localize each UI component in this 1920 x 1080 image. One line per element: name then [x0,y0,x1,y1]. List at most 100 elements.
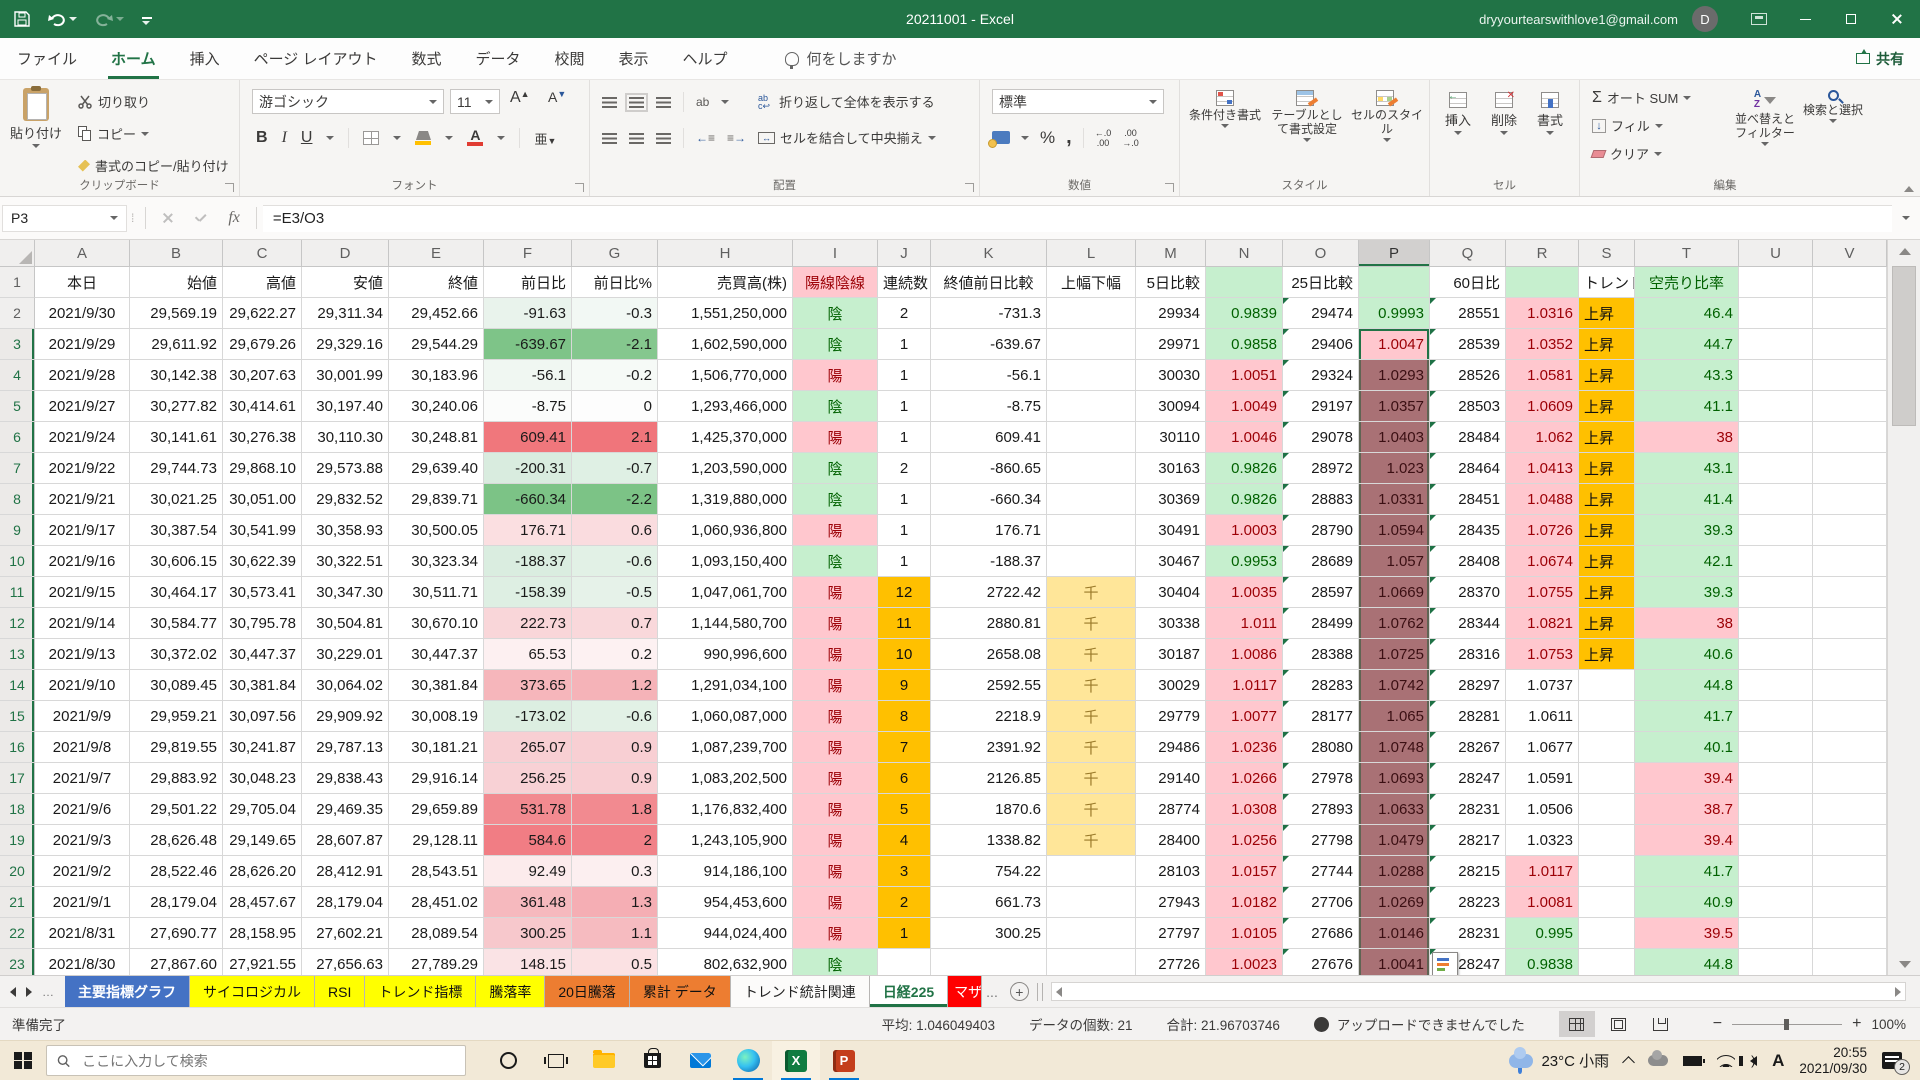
alignment-dialog-launcher[interactable] [965,183,974,192]
cell-B8[interactable]: 30,021.25 [130,484,223,515]
cell-V7[interactable] [1813,453,1887,484]
cell-S17[interactable] [1579,763,1635,794]
ribbon-tab-表示[interactable]: 表示 [602,38,666,79]
cell-Q1[interactable]: 60日比 [1430,267,1506,298]
cell-T2[interactable]: 46.4 [1635,298,1739,329]
account-avatar[interactable]: D [1692,6,1718,32]
cell-U5[interactable] [1739,391,1813,422]
cell-M8[interactable]: 30369 [1136,484,1206,515]
cell-T23[interactable]: 44.8 [1635,949,1739,975]
cell-J20[interactable]: 3 [878,856,931,887]
increase-decimal-button[interactable]: ←.0.00 [1095,128,1112,148]
font-color-button[interactable]: A [467,130,483,146]
cell-M13[interactable]: 30187 [1136,639,1206,670]
cell-G10[interactable]: -0.6 [572,546,658,577]
sheet-tab-RSI[interactable]: RSI [315,976,365,1007]
cell-S23[interactable] [1579,949,1635,975]
ribbon-tab-校閲[interactable]: 校閲 [538,38,602,79]
orientation-button[interactable]: ab [696,95,709,109]
cell-V15[interactable] [1813,701,1887,732]
row-header-2[interactable]: 2 [0,298,35,329]
cell-A16[interactable]: 2021/9/8 [35,732,130,763]
cell-K8[interactable]: -660.34 [931,484,1047,515]
cell-U21[interactable] [1739,887,1813,918]
row-header-16[interactable]: 16 [0,732,35,763]
align-center-icon[interactable] [629,133,644,144]
cell-A3[interactable]: 2021/9/29 [35,329,130,360]
cell-R5[interactable]: 1.0609 [1506,391,1579,422]
cell-O11[interactable]: 28597 [1283,577,1359,608]
scroll-down-button[interactable] [1888,953,1920,975]
cell-D5[interactable]: 30,197.40 [302,391,389,422]
borders-icon[interactable] [363,131,379,145]
cell-H10[interactable]: 1,093,150,400 [658,546,793,577]
cell-O13[interactable]: 28388 [1283,639,1359,670]
cell-I12[interactable]: 陽 [793,608,878,639]
column-header-D[interactable]: D [302,240,389,267]
cell-L7[interactable] [1047,453,1136,484]
cell-J8[interactable]: 1 [878,484,931,515]
font-size-select[interactable]: 11 [450,89,500,114]
cell-G22[interactable]: 1.1 [572,918,658,949]
cell-C2[interactable]: 29,622.27 [223,298,302,329]
cell-U7[interactable] [1739,453,1813,484]
minimize-button[interactable] [1782,0,1828,38]
cell-V19[interactable] [1813,825,1887,856]
cell-L8[interactable] [1047,484,1136,515]
insert-cells-button[interactable]: 挿入 [1438,92,1478,135]
cell-M7[interactable]: 30163 [1136,453,1206,484]
cell-B9[interactable]: 30,387.54 [130,515,223,546]
cell-F23[interactable]: 148.15 [484,949,572,975]
cell-A19[interactable]: 2021/9/3 [35,825,130,856]
column-header-P[interactable]: P [1359,240,1430,267]
cell-V12[interactable] [1813,608,1887,639]
taskbar-clock[interactable]: 20:55 2021/09/30 [1799,1045,1867,1077]
sheet-tab-累計 データ[interactable]: 累計 データ [630,976,731,1007]
clipboard-dialog-launcher[interactable] [225,183,234,192]
cell-D9[interactable]: 30,358.93 [302,515,389,546]
font-dialog-launcher[interactable] [575,183,584,192]
cell-I7[interactable]: 陰 [793,453,878,484]
cell-G16[interactable]: 0.9 [572,732,658,763]
row-header-4[interactable]: 4 [0,360,35,391]
cell-R2[interactable]: 1.0316 [1506,298,1579,329]
cell-L16[interactable]: 千 [1047,732,1136,763]
cell-O7[interactable]: 28972 [1283,453,1359,484]
cell-P18[interactable]: 1.0633 [1359,794,1430,825]
cell-K18[interactable]: 1870.6 [931,794,1047,825]
decrease-indent-icon[interactable]: ←≡ [696,131,715,145]
cell-C7[interactable]: 29,868.10 [223,453,302,484]
row-header-5[interactable]: 5 [0,391,35,422]
cell-F19[interactable]: 584.6 [484,825,572,856]
cell-N4[interactable]: 1.0051 [1206,360,1283,391]
cell-U8[interactable] [1739,484,1813,515]
cell-V13[interactable] [1813,639,1887,670]
cell-P21[interactable]: 1.0269 [1359,887,1430,918]
cell-P4[interactable]: 1.0293 [1359,360,1430,391]
cell-H14[interactable]: 1,291,034,100 [658,670,793,701]
align-right-icon[interactable] [656,133,671,144]
cell-J21[interactable]: 2 [878,887,931,918]
cell-T5[interactable]: 41.1 [1635,391,1739,422]
cell-A11[interactable]: 2021/9/15 [35,577,130,608]
cell-S11[interactable]: 上昇 [1579,577,1635,608]
cell-N5[interactable]: 1.0049 [1206,391,1283,422]
weather-widget[interactable]: 23°C 小雨 [1509,1050,1609,1071]
cell-I8[interactable]: 陰 [793,484,878,515]
name-box-splitter[interactable]: ⁞ [131,211,135,225]
cell-F10[interactable]: -188.37 [484,546,572,577]
sheet-tab-20日騰落[interactable]: 20日騰落 [545,976,630,1007]
column-header-H[interactable]: H [658,240,793,267]
row-header-13[interactable]: 13 [0,639,35,670]
cell-P12[interactable]: 1.0762 [1359,608,1430,639]
cell-G15[interactable]: -0.6 [572,701,658,732]
cell-K1[interactable]: 終値前日比較 [931,267,1047,298]
cell-L4[interactable] [1047,360,1136,391]
cell-Q15[interactable]: 28281 [1430,701,1506,732]
cell-U15[interactable] [1739,701,1813,732]
comma-style-button[interactable]: , [1066,126,1072,149]
cell-G17[interactable]: 0.9 [572,763,658,794]
cell-K10[interactable]: -188.37 [931,546,1047,577]
percent-style-button[interactable]: % [1040,128,1055,148]
cell-J2[interactable]: 2 [878,298,931,329]
